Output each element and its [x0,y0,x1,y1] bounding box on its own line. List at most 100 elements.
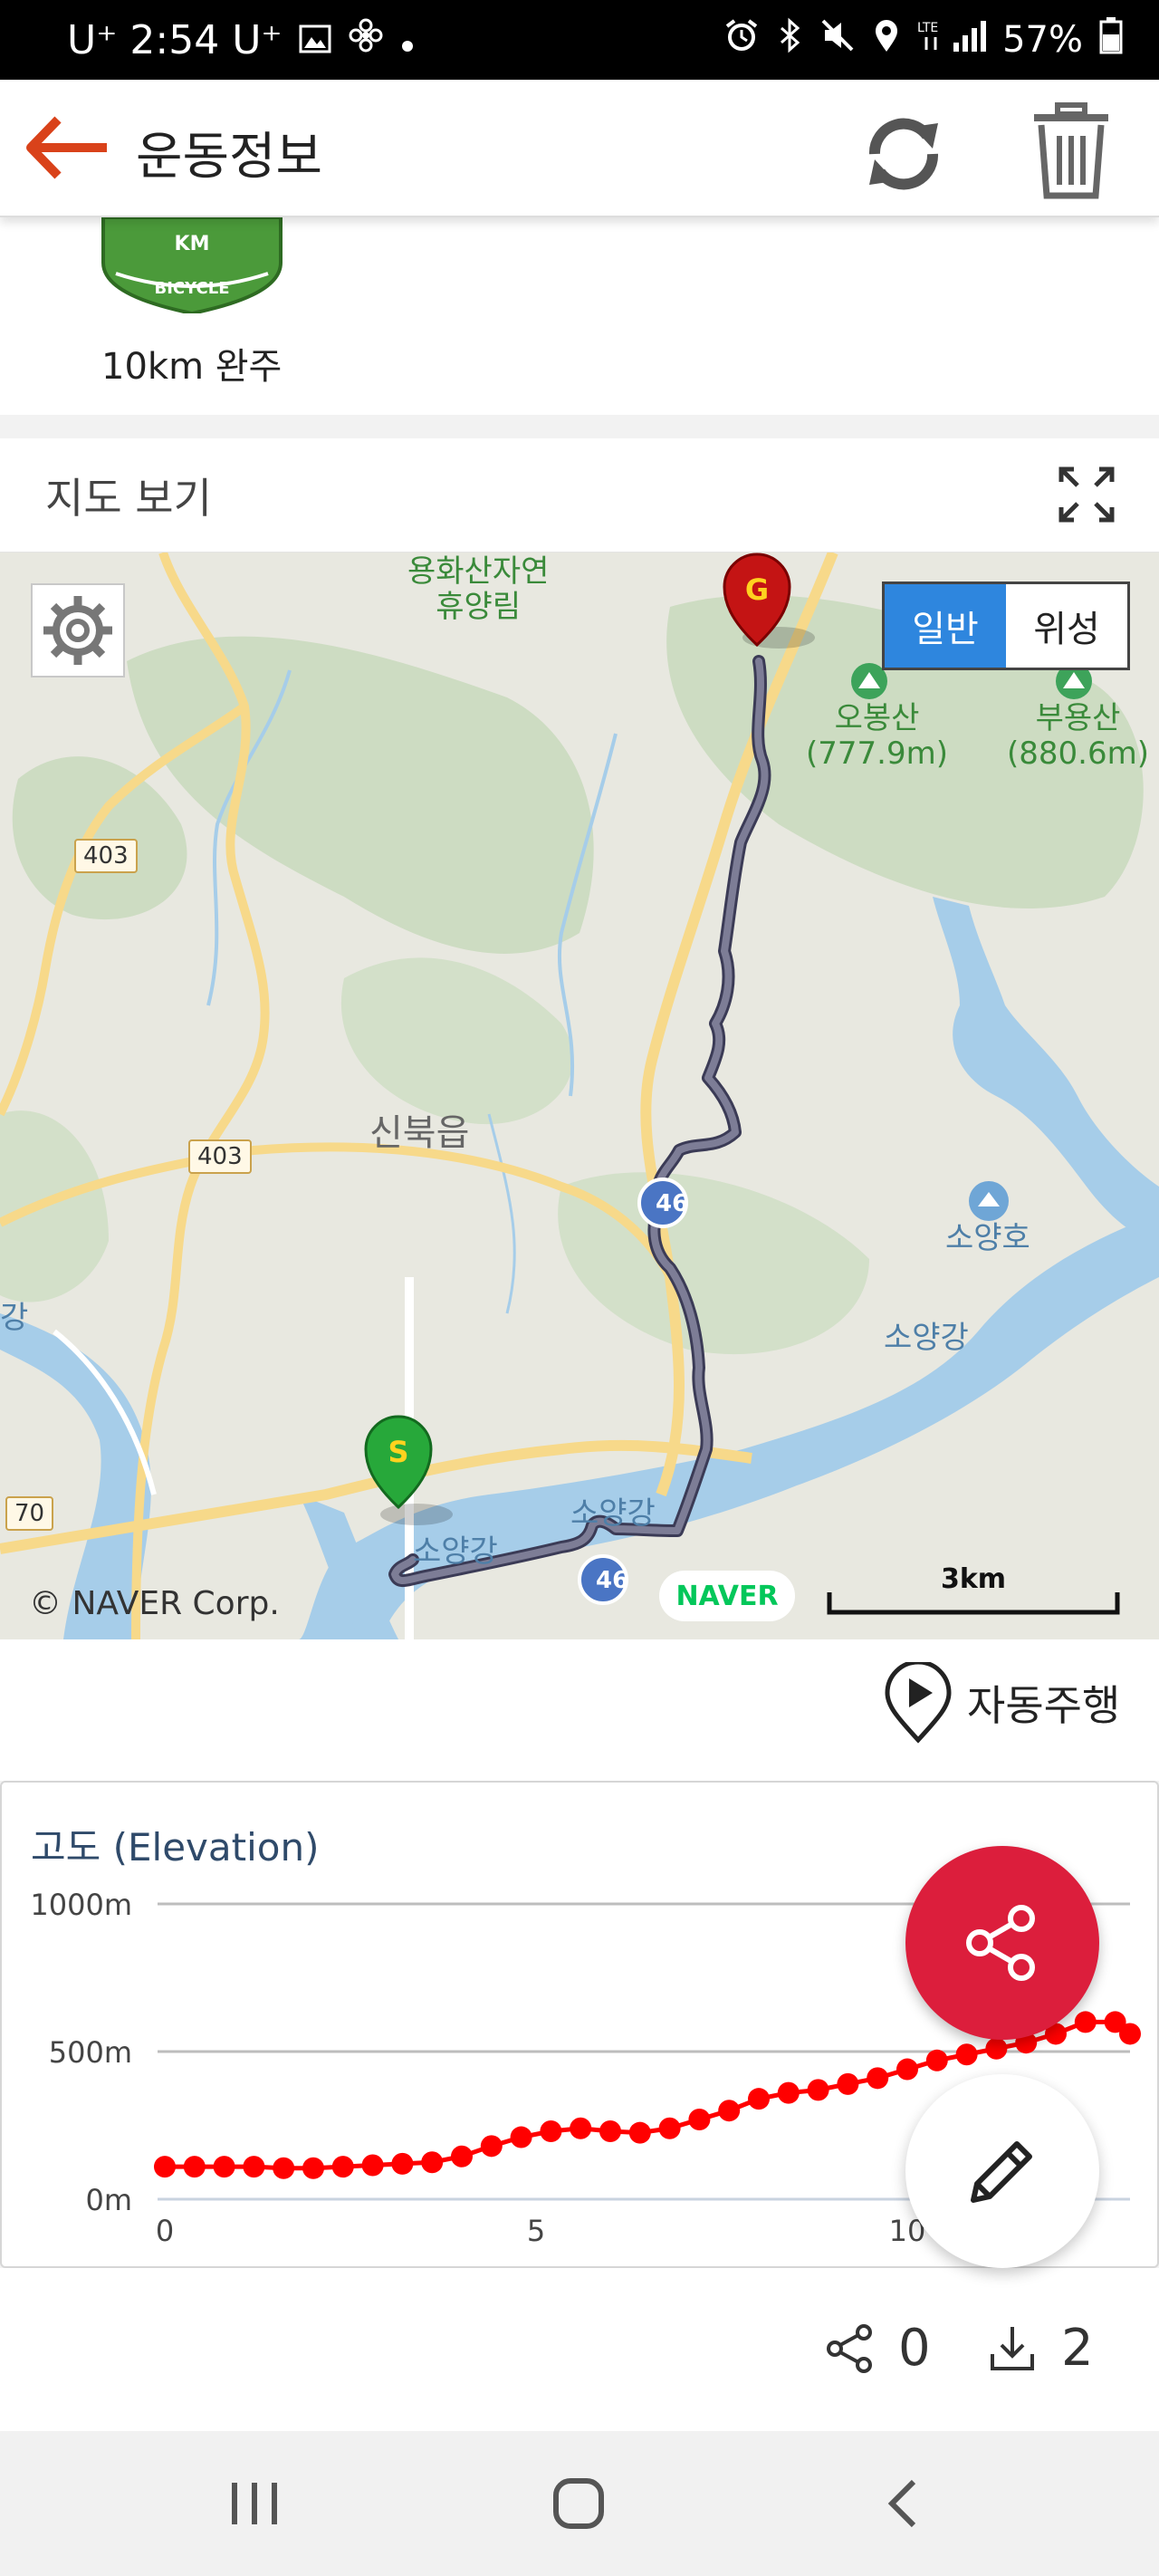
route-map[interactable]: G S 일반 위성 용화산자연 휴양림 오봉산 (777.9m) 부용산 (880.6… [0,553,1159,1639]
elevation-point [213,2156,235,2178]
battery-icon [1099,16,1123,63]
map-label-rest-area: 용화산자연 휴양림 [407,553,550,626]
gear-icon [43,596,112,665]
map-label-river-1: 소양강 [884,1320,969,1356]
trash-icon [1034,102,1108,199]
road-shield-70: 70 [5,1496,54,1531]
app-bar: 운동정보 [0,80,1159,217]
fullscreen-button[interactable] [1058,466,1116,524]
elevation-point [896,2058,918,2081]
elevation-point [837,2072,859,2095]
delete-button[interactable] [1030,101,1112,201]
elevation-point [628,2121,651,2144]
back-button[interactable] [25,114,109,181]
elevation-point [421,2151,444,2174]
edit-fab-button[interactable] [905,2074,1099,2268]
mute-icon [819,17,856,62]
system-back-button[interactable] [862,2467,943,2540]
y-tick-label: 500m [49,2035,132,2070]
elevation-point [985,2037,1008,2060]
download-count-value: 2 [1061,2319,1094,2378]
elevation-point [361,2154,384,2177]
dot-icon [400,17,415,63]
refresh-icon [868,118,939,190]
map-label-buyongsan: 부용산 (880.6m) [1007,700,1149,773]
recent-apps-icon [232,2483,277,2524]
elevation-point [807,2079,829,2101]
naver-logo: NAVER [659,1571,795,1621]
map-label-obongsan: 오봉산 (777.9m) [806,700,948,773]
y-tick-label: 0m [85,2183,132,2217]
badge-ribbon-text: BICYCLE [155,279,230,298]
elevation-point [599,2120,621,2143]
system-nav-bar [0,2431,1159,2576]
elevation-point [867,2067,889,2090]
map-scale-label: 3km [940,1563,1007,1595]
refresh-button[interactable] [857,107,951,201]
elevation-point [273,2157,295,2179]
fullscreen-icon [1058,466,1115,523]
elevation-point [540,2120,562,2143]
road-shield-403-a: 403 [74,839,138,873]
map-type-satellite-button[interactable]: 위성 [1006,584,1127,668]
share-fab-button[interactable] [905,1846,1099,2040]
elevation-point [1074,2011,1097,2033]
autoplay-row: 자동주행 [0,1639,1159,1781]
fan-icon [348,17,384,63]
download-count[interactable]: 2 [987,2319,1094,2378]
share-count-value: 0 [898,2319,931,2378]
elevation-point [154,2156,176,2178]
elevation-point [302,2157,324,2179]
elevation-point [777,2081,800,2104]
map-base: G S [0,553,1159,1639]
elevation-point [183,2156,206,2178]
elevation-point [391,2152,414,2175]
pencil-icon [971,2141,1032,2203]
recent-apps-button[interactable] [214,2467,295,2540]
elevation-point [451,2145,473,2167]
bicycle-badge-icon: KM BICYCLE [101,217,283,313]
map-section-title: 지도 보기 [45,474,212,523]
page-title: 운동정보 [136,128,323,187]
badge-label: 10km 완주 [101,346,283,388]
status-bar: U⁺ 2:54 U⁺ LTE 57% [0,0,1159,80]
location-icon [872,17,901,62]
svg-text:LTE: LTE [917,21,938,35]
elevation-point [480,2135,503,2158]
bluetooth-icon [776,17,803,62]
road-shield-403-b: 403 [188,1139,252,1174]
back-arrow-icon [26,116,107,179]
map-copyright: © NAVER Corp. [29,1585,280,1622]
download-icon [991,2326,1034,2370]
share-icon [827,2323,872,2373]
share-count[interactable]: 0 [826,2319,931,2378]
autoplay-label: 자동주행 [967,1681,1121,1730]
elevation-point [510,2126,532,2148]
map-type-normal-button[interactable]: 일반 [885,584,1006,668]
x-tick-label: 5 [527,2214,545,2248]
home-button[interactable] [538,2467,619,2540]
elevation-point [688,2108,711,2130]
image-icon [299,17,331,63]
alarm-icon [723,17,760,62]
elevation-point [925,2049,948,2071]
x-tick-label: 0 [156,2214,174,2248]
lte-signal-icon: LTE [917,17,987,62]
autoplay-button[interactable]: 자동주행 [884,1658,1120,1748]
battery-percent: 57% [1002,19,1083,61]
badge-emblem-text: KM [175,233,210,255]
map-settings-button[interactable] [31,583,125,678]
home-icon [553,2478,604,2529]
start-marker-label: S [388,1435,408,1469]
elevation-point [570,2117,592,2139]
chevron-left-icon [887,2479,916,2528]
elevation-point [658,2117,681,2139]
map-header: 지도 보기 [0,438,1159,553]
map-label-river-3: 소양강 [413,1533,498,1570]
map-label-river-left: 강 [0,1300,29,1336]
elevation-point [243,2156,265,2178]
road-shield-46-b: 46 [596,1567,629,1594]
map-label-river-2: 소양강 [570,1495,656,1532]
map-label-lake: 소양호 [945,1220,1030,1256]
elevation-point [955,2043,978,2066]
